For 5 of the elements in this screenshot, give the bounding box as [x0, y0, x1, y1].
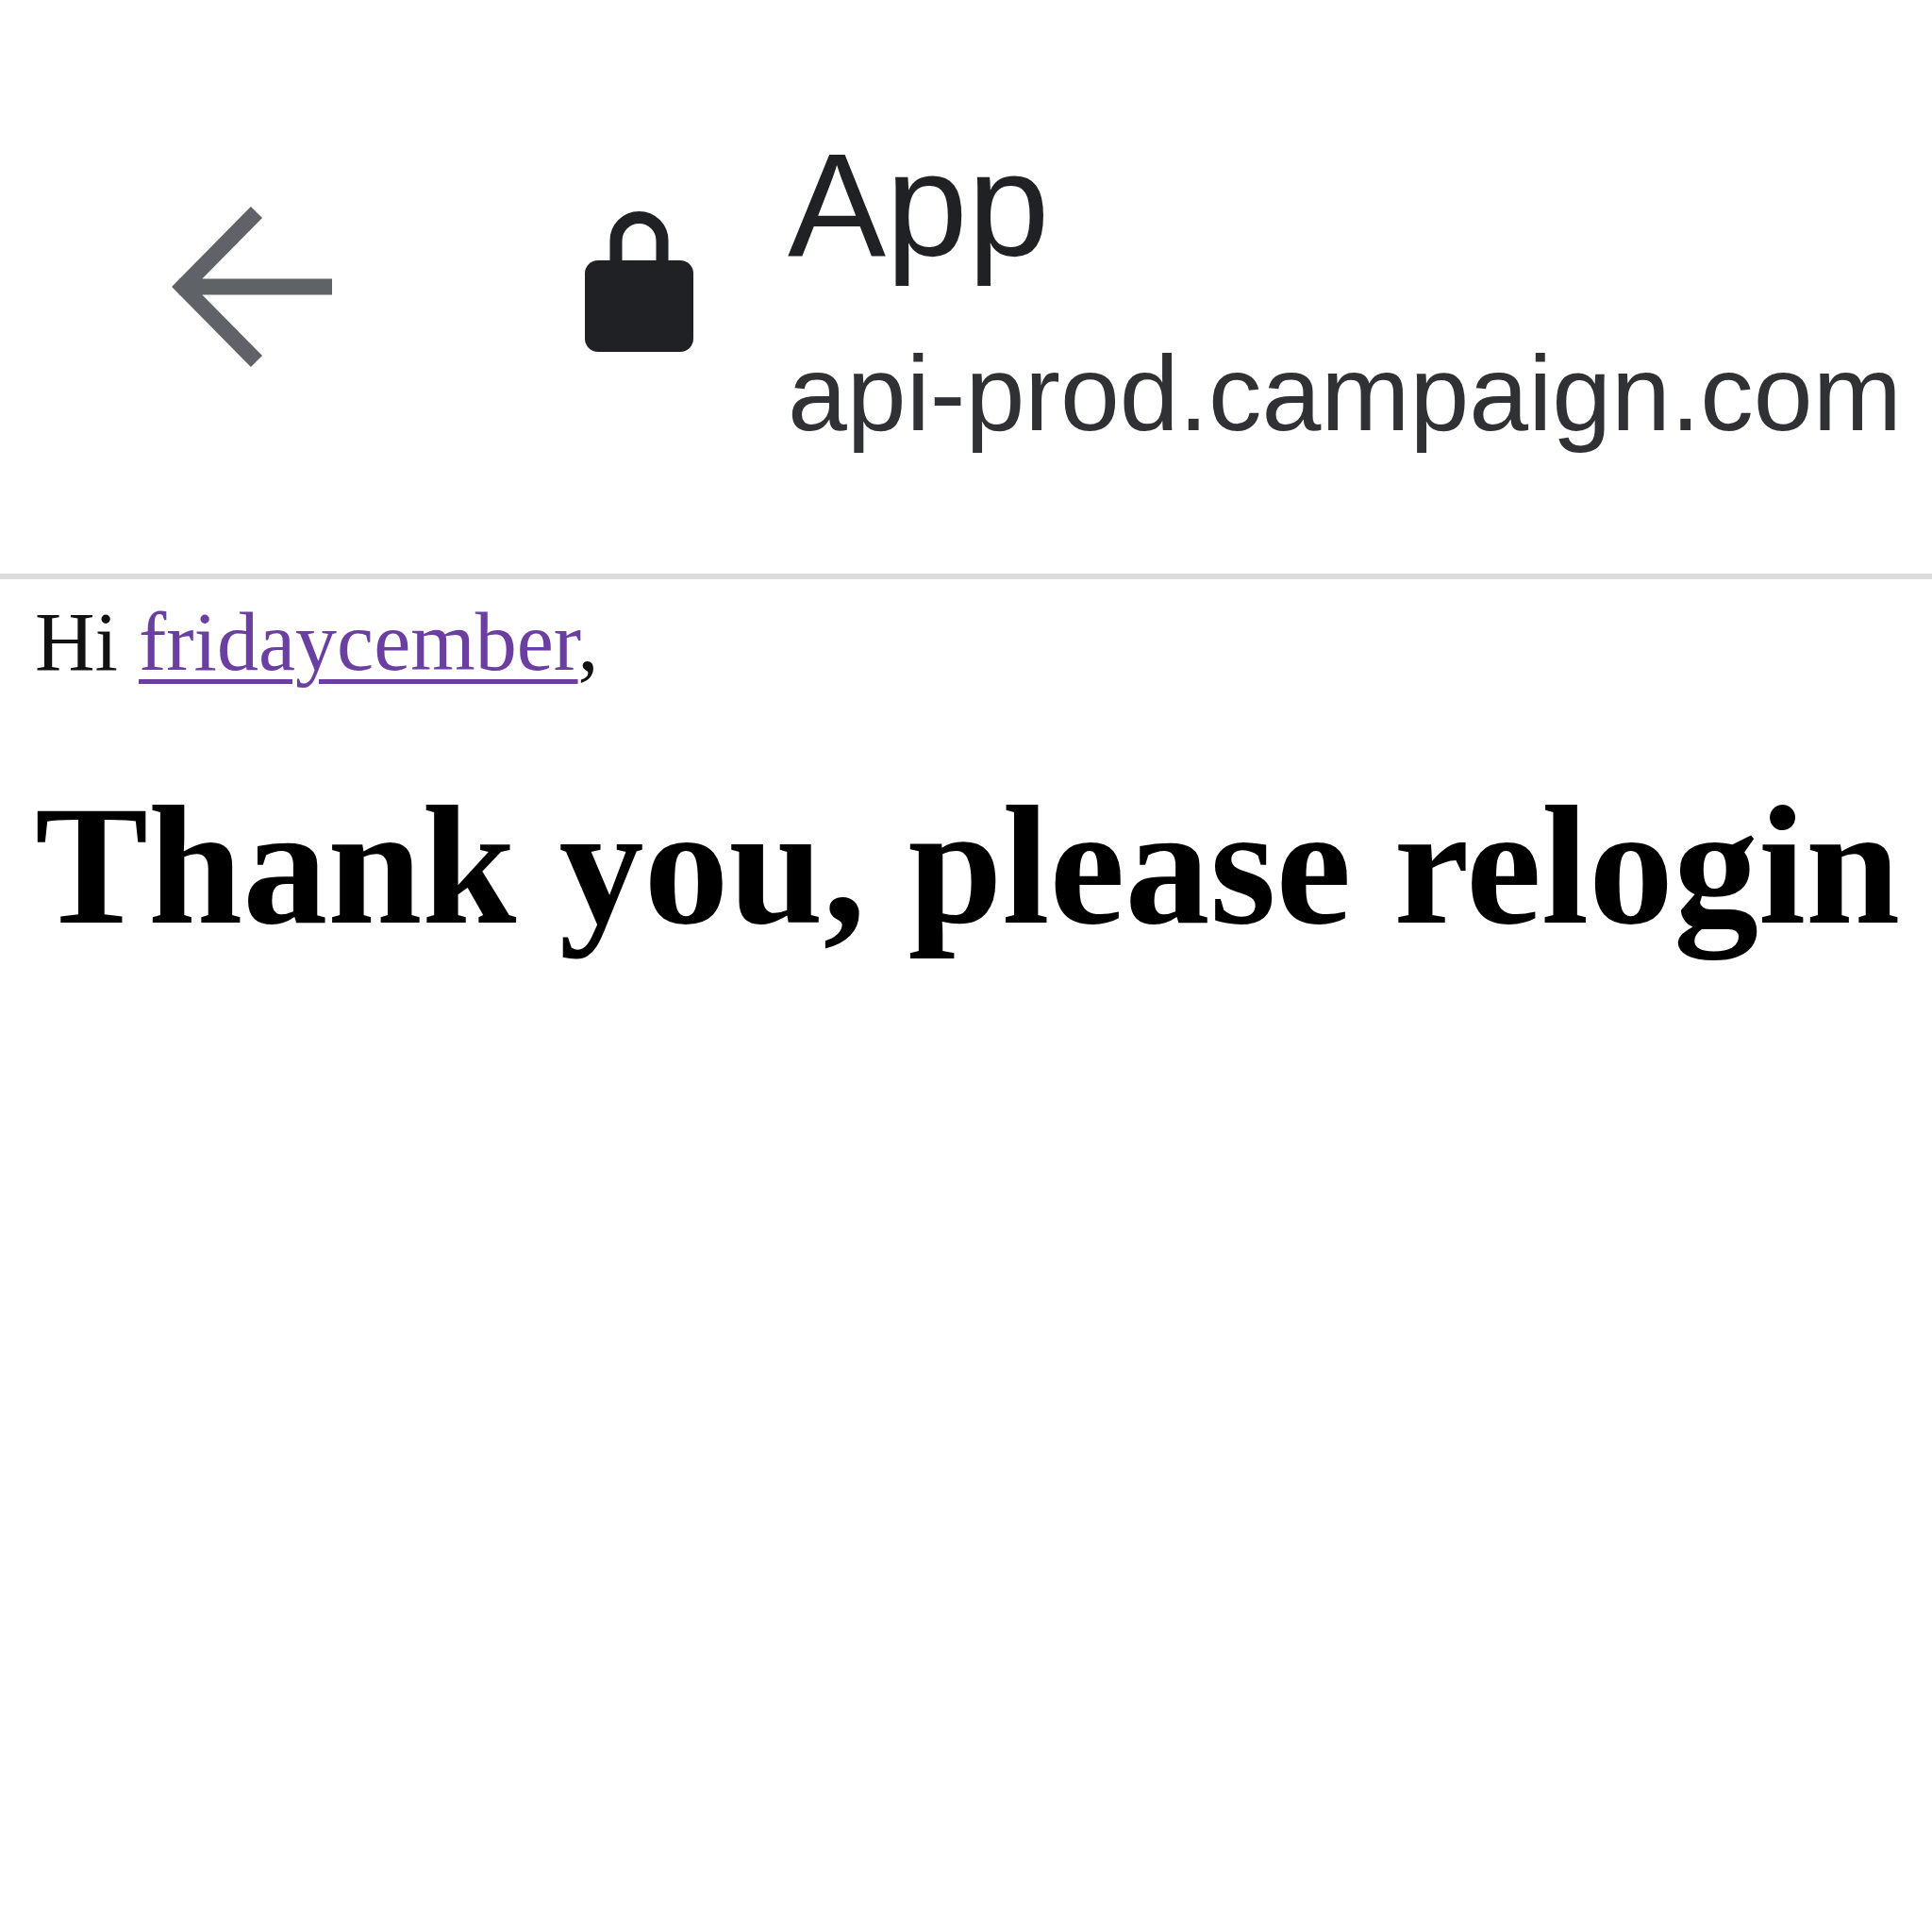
username-link[interactable]: fridaycember	[139, 596, 578, 688]
heading-text: Thank you, please relogin	[35, 771, 1897, 962]
url-text: api-prod.campaign.com	[788, 333, 1902, 455]
greeting-text: Hi fridaycember,	[35, 595, 600, 690]
page-title: App	[788, 122, 1051, 288]
